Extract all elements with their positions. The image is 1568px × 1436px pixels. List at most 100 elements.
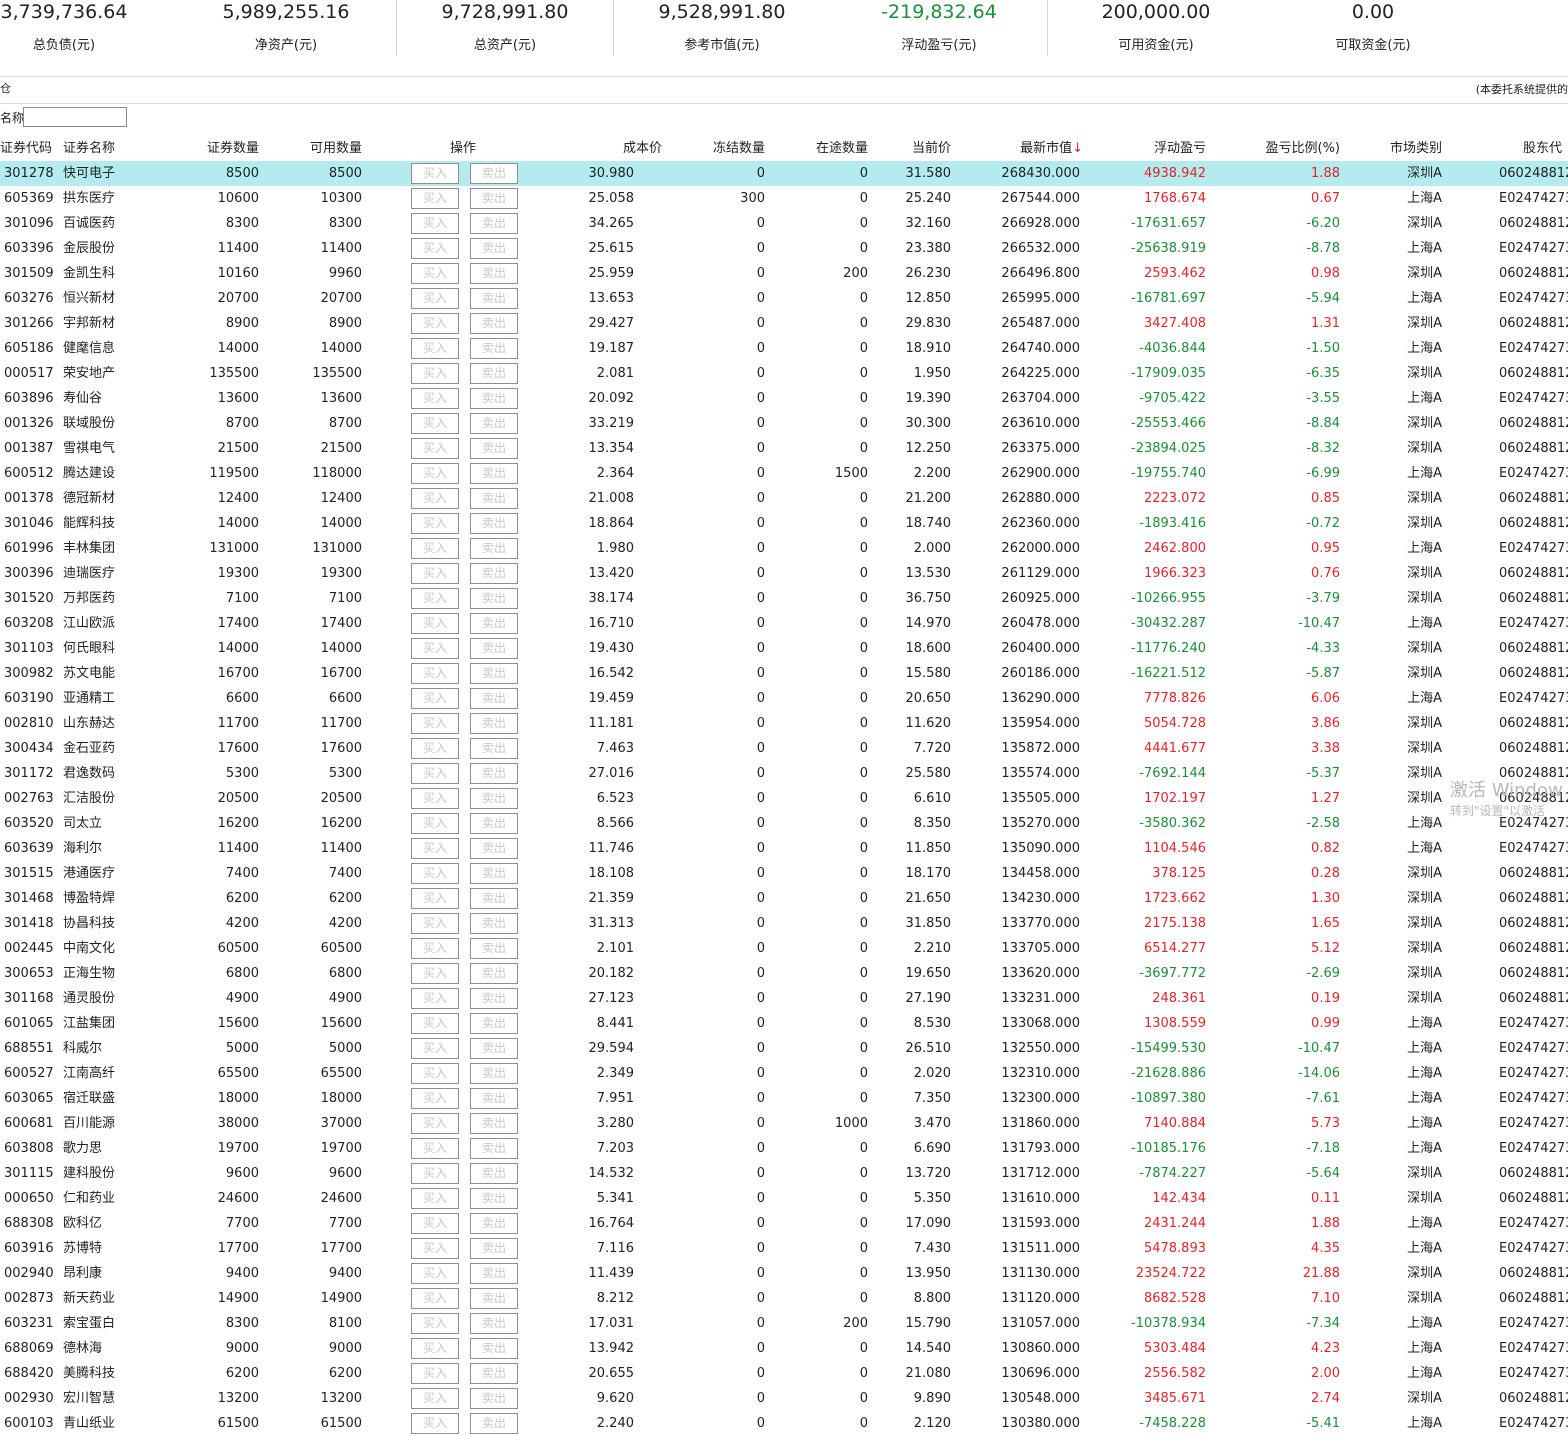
table-row[interactable]: 605186 健麾信息 14000 14000 买入 卖出 19.187 0 0 18.910 26… [0, 336, 1568, 361]
table-row[interactable]: 000517 荣安地产 135500 135500 买入 卖出 2.081 0 0 1.950 26… [0, 361, 1568, 386]
sell-button[interactable]: 卖出 [470, 438, 518, 459]
sell-button[interactable]: 卖出 [470, 763, 518, 784]
buy-button[interactable]: 买入 [411, 738, 459, 759]
buy-button[interactable]: 买入 [411, 788, 459, 809]
sell-button[interactable]: 卖出 [470, 538, 518, 559]
table-row[interactable]: 002930 宏川智慧 13200 13200 买入 卖出 9.620 0 0 9.890 1305… [0, 1386, 1568, 1411]
buy-button[interactable]: 买入 [411, 988, 459, 1009]
sell-button[interactable]: 卖出 [470, 713, 518, 734]
table-row[interactable]: 000650 仁和药业 24600 24600 买入 卖出 5.341 0 0 5.350 1316… [0, 1186, 1568, 1211]
sell-button[interactable]: 卖出 [470, 1138, 518, 1159]
table-row[interactable]: 601065 江盐集团 15600 15600 买入 卖出 8.441 0 0 8.530 1330… [0, 1011, 1568, 1036]
buy-button[interactable]: 买入 [411, 463, 459, 484]
buy-button[interactable]: 买入 [411, 1288, 459, 1309]
buy-button[interactable]: 买入 [411, 1038, 459, 1059]
buy-button[interactable]: 买入 [411, 313, 459, 334]
table-row[interactable]: 300396 迪瑞医疗 19300 19300 买入 卖出 13.420 0 0 13.530 26… [0, 561, 1568, 586]
column-header[interactable]: 市场类别 [1390, 136, 1442, 161]
buy-button[interactable]: 买入 [411, 563, 459, 584]
table-row[interactable]: 301278 快可电子 8500 8500 买入 卖出 30.980 0 0 31.580 2684… [0, 161, 1568, 186]
buy-button[interactable]: 买入 [411, 838, 459, 859]
buy-button[interactable]: 买入 [411, 513, 459, 534]
buy-button[interactable]: 买入 [411, 1188, 459, 1209]
buy-button[interactable]: 买入 [411, 388, 459, 409]
buy-button[interactable]: 买入 [411, 488, 459, 509]
buy-button[interactable]: 买入 [411, 1313, 459, 1334]
sell-button[interactable]: 卖出 [470, 338, 518, 359]
table-row[interactable]: 301172 君逸数码 5300 5300 买入 卖出 27.016 0 0 25.580 1355… [0, 761, 1568, 786]
buy-button[interactable]: 买入 [411, 213, 459, 234]
buy-button[interactable]: 买入 [411, 1163, 459, 1184]
table-row[interactable]: 600681 百川能源 38000 37000 买入 卖出 3.280 0 1000 3.470 1… [0, 1111, 1568, 1136]
sell-button[interactable]: 卖出 [470, 913, 518, 934]
sell-button[interactable]: 卖出 [470, 563, 518, 584]
table-row[interactable]: 002445 中南文化 60500 60500 买入 卖出 2.101 0 0 2.210 1337… [0, 936, 1568, 961]
buy-button[interactable]: 买入 [411, 588, 459, 609]
sell-button[interactable]: 卖出 [470, 838, 518, 859]
sell-button[interactable]: 卖出 [470, 513, 518, 534]
buy-button[interactable]: 买入 [411, 1238, 459, 1259]
sell-button[interactable]: 卖出 [470, 313, 518, 334]
sell-button[interactable]: 卖出 [470, 1113, 518, 1134]
table-row[interactable]: 603808 歌力思 19700 19700 买入 卖出 7.203 0 0 6.690 13179… [0, 1136, 1568, 1161]
buy-button[interactable]: 买入 [411, 863, 459, 884]
buy-button[interactable]: 买入 [411, 663, 459, 684]
buy-button[interactable]: 买入 [411, 363, 459, 384]
table-row[interactable]: 300653 正海生物 6800 6800 买入 卖出 20.182 0 0 19.650 1336… [0, 961, 1568, 986]
buy-button[interactable]: 买入 [411, 1388, 459, 1409]
sell-button[interactable]: 卖出 [470, 788, 518, 809]
column-header[interactable]: 成本价 [623, 136, 662, 161]
buy-button[interactable]: 买入 [411, 188, 459, 209]
buy-button[interactable]: 买入 [411, 638, 459, 659]
buy-button[interactable]: 买入 [411, 938, 459, 959]
sell-button[interactable]: 卖出 [470, 813, 518, 834]
table-row[interactable]: 603396 金辰股份 11400 11400 买入 卖出 25.615 0 0 23.380 26… [0, 236, 1568, 261]
sell-button[interactable]: 卖出 [470, 988, 518, 1009]
buy-button[interactable]: 买入 [411, 1088, 459, 1109]
table-row[interactable]: 600103 青山纸业 61500 61500 买入 卖出 2.240 0 0 2.120 1303… [0, 1411, 1568, 1436]
buy-button[interactable]: 买入 [411, 613, 459, 634]
column-header[interactable]: 股东代 [1523, 136, 1562, 161]
table-row[interactable]: 001387 雪祺电气 21500 21500 买入 卖出 13.354 0 0 12.250 26… [0, 436, 1568, 461]
table-row[interactable]: 603896 寿仙谷 13600 13600 买入 卖出 20.092 0 0 19.390 263… [0, 386, 1568, 411]
buy-button[interactable]: 买入 [411, 888, 459, 909]
table-row[interactable]: 603639 海利尔 11400 11400 买入 卖出 11.746 0 0 11.850 135… [0, 836, 1568, 861]
table-row[interactable]: 601996 丰林集团 131000 131000 买入 卖出 1.980 0 0 2.000 26… [0, 536, 1568, 561]
sell-button[interactable]: 卖出 [470, 1063, 518, 1084]
buy-button[interactable]: 买入 [411, 1013, 459, 1034]
column-header[interactable]: 操作 [450, 136, 476, 161]
buy-button[interactable]: 买入 [411, 813, 459, 834]
column-header[interactable]: 证券数量 [207, 136, 259, 161]
sell-button[interactable]: 卖出 [470, 1388, 518, 1409]
table-row[interactable]: 603208 江山欧派 17400 17400 买入 卖出 16.710 0 0 14.970 26… [0, 611, 1568, 636]
sell-button[interactable]: 卖出 [470, 1338, 518, 1359]
buy-button[interactable]: 买入 [411, 438, 459, 459]
table-row[interactable]: 301096 百诚医药 8300 8300 买入 卖出 34.265 0 0 32.160 2669… [0, 211, 1568, 236]
table-row[interactable]: 603190 亚通精工 6600 6600 买入 卖出 19.459 0 0 20.650 1362… [0, 686, 1568, 711]
buy-button[interactable]: 买入 [411, 1338, 459, 1359]
table-row[interactable]: 603065 宿迁联盛 18000 18000 买入 卖出 7.951 0 0 7.350 1323… [0, 1086, 1568, 1111]
buy-button[interactable]: 买入 [411, 913, 459, 934]
sell-button[interactable]: 卖出 [470, 238, 518, 259]
table-row[interactable]: 002810 山东赫达 11700 11700 买入 卖出 11.181 0 0 11.620 13… [0, 711, 1568, 736]
buy-button[interactable]: 买入 [411, 1363, 459, 1384]
table-row[interactable]: 002763 汇洁股份 20500 20500 买入 卖出 6.523 0 0 6.610 1355… [0, 786, 1568, 811]
table-row[interactable]: 301168 通灵股份 4900 4900 买入 卖出 27.123 0 0 27.190 1332… [0, 986, 1568, 1011]
sell-button[interactable]: 卖出 [470, 1263, 518, 1284]
sell-button[interactable]: 卖出 [470, 213, 518, 234]
table-row[interactable]: 603276 恒兴新材 20700 20700 买入 卖出 13.653 0 0 12.850 26… [0, 286, 1568, 311]
table-row[interactable]: 002940 昂利康 9400 9400 买入 卖出 11.439 0 0 13.950 13113… [0, 1261, 1568, 1286]
table-row[interactable]: 603520 司太立 16200 16200 买入 卖出 8.566 0 0 8.350 13527… [0, 811, 1568, 836]
table-row[interactable]: 688069 德林海 9000 9000 买入 卖出 13.942 0 0 14.540 13086… [0, 1336, 1568, 1361]
table-row[interactable]: 301115 建科股份 9600 9600 买入 卖出 14.532 0 0 13.720 1317… [0, 1161, 1568, 1186]
sell-button[interactable]: 卖出 [470, 1213, 518, 1234]
table-row[interactable]: 301468 博盈特焊 6200 6200 买入 卖出 21.359 0 0 21.650 1342… [0, 886, 1568, 911]
table-row[interactable]: 600512 腾达建设 119500 118000 买入 卖出 2.364 0 1500 2.20… [0, 461, 1568, 486]
table-row[interactable]: 688420 美腾科技 6200 6200 买入 卖出 20.655 0 0 21.080 1306… [0, 1361, 1568, 1386]
column-header[interactable]: 当前价 [912, 136, 951, 161]
sell-button[interactable]: 卖出 [470, 1413, 518, 1434]
buy-button[interactable]: 买入 [411, 288, 459, 309]
table-row[interactable]: 301266 宇邦新材 8900 8900 买入 卖出 29.427 0 0 29.830 2654… [0, 311, 1568, 336]
column-header[interactable]: 在途数量 [816, 136, 868, 161]
sell-button[interactable]: 卖出 [470, 588, 518, 609]
